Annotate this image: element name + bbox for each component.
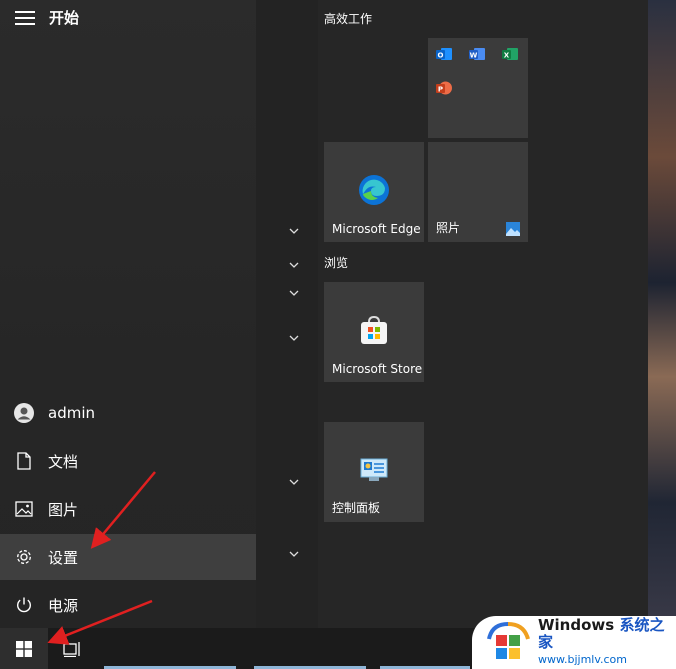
photos-icon [506,222,520,236]
tile-label: Microsoft Store [332,362,423,376]
start-button[interactable] [0,628,48,669]
gear-icon [0,548,48,566]
watermark-windows: Windows [538,616,615,634]
excel-icon: X [502,48,518,60]
store-icon [361,315,387,344]
nav-power-label: 电源 [48,596,79,615]
start-left-rail: 开始 admin 文档 图片 设置 电源 [0,0,256,628]
chevron-down-icon[interactable] [287,260,301,270]
tile-photos[interactable]: 照片 [428,142,528,242]
edge-icon [359,175,389,205]
group-title-browse[interactable]: 浏览 [324,254,348,271]
nav-settings[interactable]: 设置 [0,534,256,580]
nav-documents[interactable]: 文档 [0,438,256,484]
outlook-icon: O [436,48,452,60]
chevron-down-icon[interactable] [287,226,301,236]
user-avatar-icon [0,403,48,423]
chevron-down-icon[interactable] [287,288,301,298]
tile-control-panel[interactable]: 控制面板 [324,422,424,522]
app-list-gutter [256,0,318,628]
power-icon [0,596,48,614]
tile-microsoft-edge[interactable]: Microsoft Edge [324,142,424,242]
svg-text:W: W [470,51,478,59]
nav-pictures[interactable]: 图片 [0,486,256,532]
svg-text:X: X [504,51,510,59]
start-title: 开始 [49,9,80,27]
hamburger-menu-icon[interactable] [15,11,35,25]
watermark-text: Windows 系统之家 www.bjjmlv.com [538,617,676,668]
control-panel-icon [360,458,388,481]
nav-settings-label: 设置 [48,548,79,567]
tile-microsoft-store[interactable]: Microsoft Store [324,282,424,382]
nav-pictures-label: 图片 [48,500,79,519]
svg-text:O: O [438,51,444,59]
task-view-button[interactable] [52,628,92,669]
desktop-wallpaper [648,0,676,628]
tile-label: 照片 [436,221,461,235]
tile-office-folder[interactable]: O W X P [428,38,528,138]
watermark-url: www.bjjmlv.com [538,653,627,666]
nav-power[interactable]: 电源 [0,582,256,628]
windows-logo-icon [16,640,32,657]
site-watermark: Windows 系统之家 www.bjjmlv.com [472,616,676,669]
word-icon: W [469,48,485,60]
watermark-logo [487,622,530,659]
svg-text:P: P [438,85,443,93]
chevron-down-icon[interactable] [287,549,301,559]
task-view-icon [63,641,80,657]
nav-documents-label: 文档 [48,452,79,471]
group-title-productivity[interactable]: 高效工作 [324,10,372,27]
tile-label: 控制面板 [332,501,381,515]
document-icon [0,452,48,470]
powerpoint-icon: P [436,81,452,95]
picture-icon [0,501,48,517]
nav-user[interactable]: admin [0,390,256,436]
chevron-down-icon[interactable] [287,333,301,343]
tile-label: Microsoft Edge [332,222,421,236]
chevron-down-icon[interactable] [287,477,301,487]
nav-user-label: admin [48,404,95,422]
